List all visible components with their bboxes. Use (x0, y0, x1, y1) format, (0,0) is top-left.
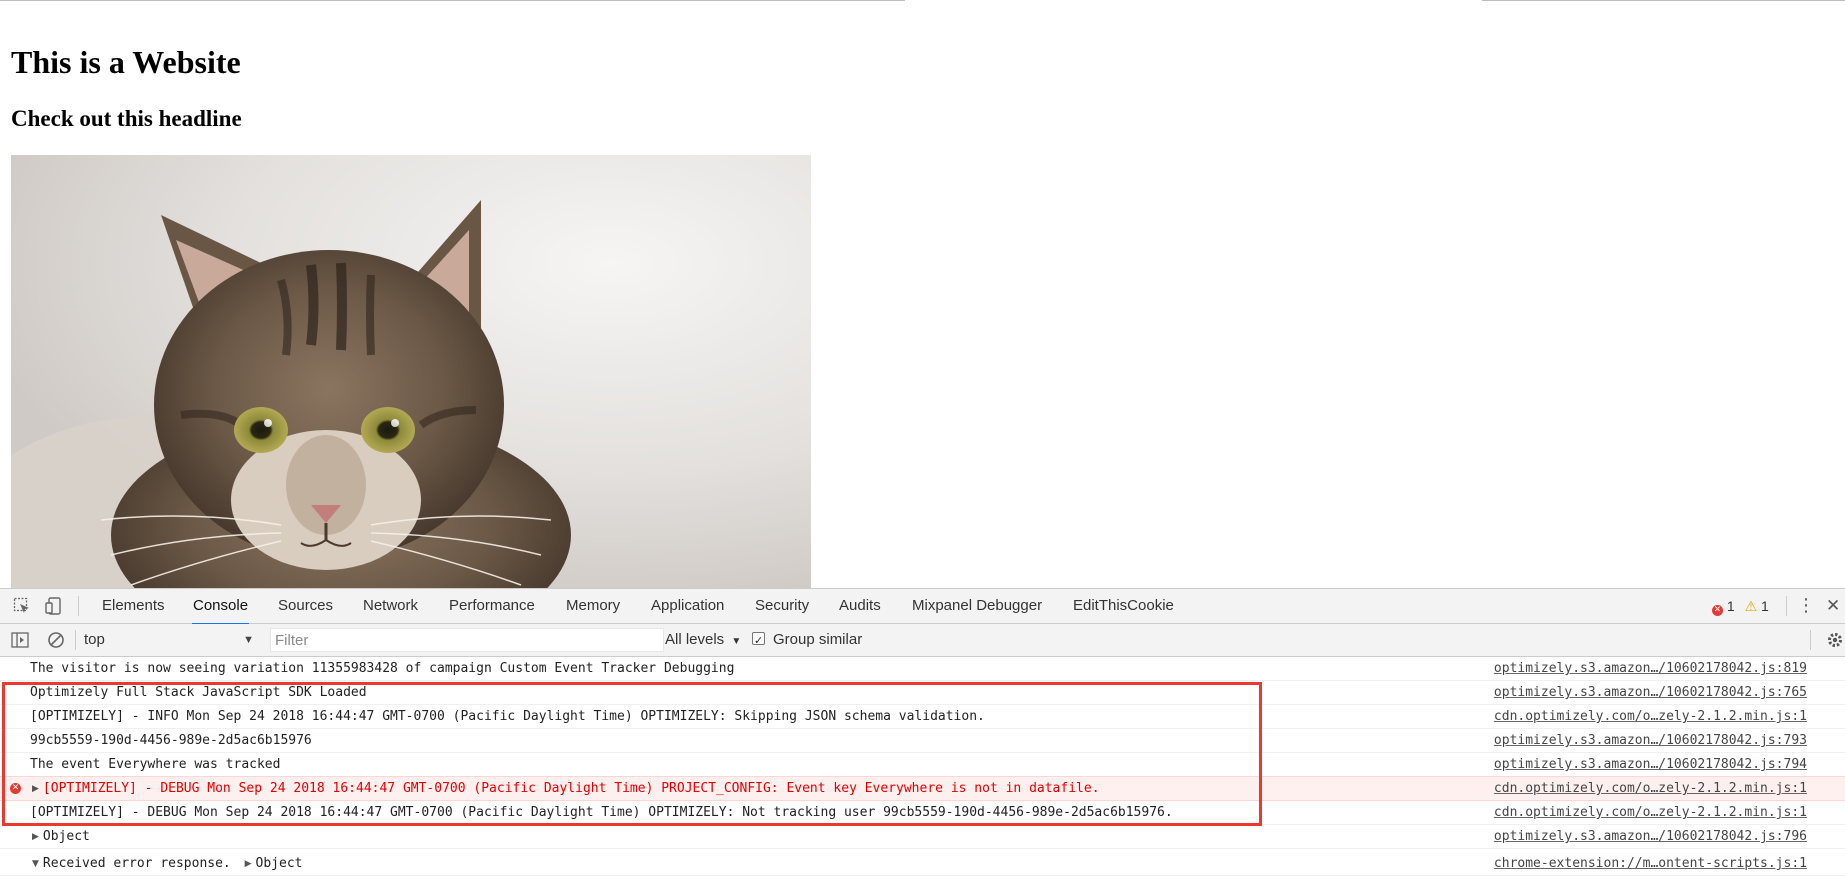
console-sidebar-icon[interactable] (11, 631, 29, 649)
console-source-link[interactable]: cdn.optimizely.com/o…zely-2.1.2.min.js:1 (1494, 777, 1807, 800)
console-toolbar: top ▼ All levels ▼ Group similar (0, 624, 1845, 657)
cat-illustration (11, 155, 811, 588)
console-error-message: [OPTIMIZELY] - DEBUG Mon Sep 24 2018 16:… (42, 781, 1100, 796)
error-warning-counter[interactable]: ✕ 1 ⚠ 1 (1712, 589, 1769, 623)
device-toolbar-icon[interactable] (45, 597, 63, 615)
cat-photo (11, 155, 811, 588)
toolbar-separator-right (1810, 630, 1811, 650)
context-select-value: top (84, 631, 105, 648)
tab-editthiscookie[interactable]: EditThisCookie (1072, 589, 1175, 623)
console-message: [OPTIMIZELY] - INFO Mon Sep 24 2018 16:4… (30, 709, 985, 724)
group-similar-label: Group similar (773, 631, 863, 648)
group-similar-checkbox[interactable] (752, 629, 765, 653)
toolbar-separator (75, 630, 76, 650)
console-message: The visitor is now seeing variation 1135… (30, 661, 735, 676)
tab-mixpanel-debugger[interactable]: Mixpanel Debugger (911, 589, 1043, 623)
gear-icon[interactable] (1826, 631, 1844, 649)
warning-icon: ⚠ (1744, 599, 1758, 615)
expand-triangle-icon[interactable]: ▶ (245, 853, 252, 876)
console-row: ▶ Object optimizely.s3.amazon…/1060217804… (0, 825, 1845, 849)
console-error-message-wrap: ▶ [OPTIMIZELY] - DEBUG Mon Sep 24 2018 16… (32, 777, 1100, 801)
kebab-menu-icon[interactable]: ⋮ (1797, 589, 1815, 623)
tab-sources[interactable]: Sources (277, 589, 334, 623)
console-source-link[interactable]: optimizely.s3.amazon…/10602178042.js:794 (1494, 753, 1807, 776)
console-row: [OPTIMIZELY] - INFO Mon Sep 24 2018 16:4… (0, 705, 1845, 729)
console-row: The event Everywhere was tracked optimiz… (0, 753, 1845, 777)
error-icon: ✕ (1712, 605, 1723, 616)
expand-triangle-icon[interactable]: ▶ (32, 778, 39, 801)
tab-performance[interactable]: Performance (448, 589, 536, 623)
console-row: ▼ Received error response. ▶ Object chrome… (0, 852, 1845, 876)
tabbar-separator-right (1786, 596, 1787, 616)
chevron-down-icon: ▼ (243, 634, 254, 646)
console-source-link[interactable]: optimizely.s3.amazon…/10602178042.js:796 (1494, 825, 1807, 848)
group-similar-toggle[interactable]: Group similar (752, 628, 863, 653)
console-message: [OPTIMIZELY] - DEBUG Mon Sep 24 2018 16:… (30, 805, 1173, 820)
expand-triangle-icon[interactable]: ▶ (32, 826, 39, 849)
tabbar-separator (78, 596, 79, 616)
close-icon[interactable]: ✕ (1826, 589, 1840, 623)
console-row: [OPTIMIZELY] - DEBUG Mon Sep 24 2018 16:… (0, 801, 1845, 825)
page-title: This is a Website (11, 44, 241, 80)
console-source-link[interactable]: chrome-extension://m…ontent-scripts.js:1 (1494, 852, 1807, 875)
collapse-triangle-icon[interactable]: ▼ (32, 853, 39, 876)
warning-count: 1 (1761, 598, 1769, 614)
console-message: The event Everywhere was tracked (30, 757, 281, 772)
console-source-link[interactable]: optimizely.s3.amazon…/10602178042.js:819 (1494, 657, 1807, 680)
page-subtitle: Check out this headline (11, 106, 242, 131)
tab-audits[interactable]: Audits (838, 589, 882, 623)
console-source-link[interactable]: optimizely.s3.amazon…/10602178042.js:793 (1494, 729, 1807, 752)
console-source-link[interactable]: cdn.optimizely.com/o…zely-2.1.2.min.js:1 (1494, 705, 1807, 728)
error-count: 1 (1726, 598, 1735, 614)
clear-console-icon[interactable] (47, 631, 65, 649)
console-row: 99cb5559-190d-4456-989e-2d5ac6b15976 opt… (0, 729, 1845, 753)
log-levels-select[interactable]: All levels ▼ (665, 628, 741, 652)
page-top-border (0, 0, 905, 1)
tab-network[interactable]: Network (362, 589, 419, 623)
log-levels-label: All levels (665, 631, 725, 648)
tab-security[interactable]: Security (754, 589, 810, 623)
console-message: Optimizely Full Stack JavaScript SDK Loa… (30, 685, 367, 700)
inspect-element-icon[interactable] (13, 597, 31, 615)
console-source-link[interactable]: optimizely.s3.amazon…/10602178042.js:765 (1494, 681, 1807, 704)
error-icon: ✕ (10, 783, 21, 794)
context-select[interactable]: top ▼ (84, 628, 256, 652)
devtools-panel: Elements Console Sources Network Perform… (0, 588, 1845, 880)
console-object-label: Object (42, 829, 90, 844)
console-error-row: ✕ ▶ [OPTIMIZELY] - DEBUG Mon Sep 24 2018 … (0, 776, 1845, 801)
tab-elements[interactable]: Elements (101, 589, 166, 623)
console-object-wrap[interactable]: ▼ Received error response. ▶ Object (32, 852, 302, 876)
chevron-down-icon: ▼ (731, 636, 742, 647)
tab-application[interactable]: Application (650, 589, 725, 623)
filter-input[interactable] (270, 628, 664, 652)
console-row: Optimizely Full Stack JavaScript SDK Loa… (0, 681, 1845, 705)
console-row: The visitor is now seeing variation 1135… (0, 657, 1845, 681)
console-object-wrap[interactable]: ▶ Object (32, 825, 90, 849)
tab-console[interactable]: Console (192, 589, 250, 625)
console-object-label: Object (255, 856, 303, 871)
devtools-tabbar: Elements Console Sources Network Perform… (0, 589, 1845, 625)
console-messages: The visitor is now seeing variation 1135… (0, 657, 1845, 880)
console-source-link[interactable]: cdn.optimizely.com/o…zely-2.1.2.min.js:1 (1494, 801, 1807, 824)
tab-memory[interactable]: Memory (565, 589, 621, 623)
page-top-border-right (1482, 0, 1845, 1)
console-message: Received error response. (42, 856, 231, 871)
console-message: 99cb5559-190d-4456-989e-2d5ac6b15976 (30, 733, 312, 748)
